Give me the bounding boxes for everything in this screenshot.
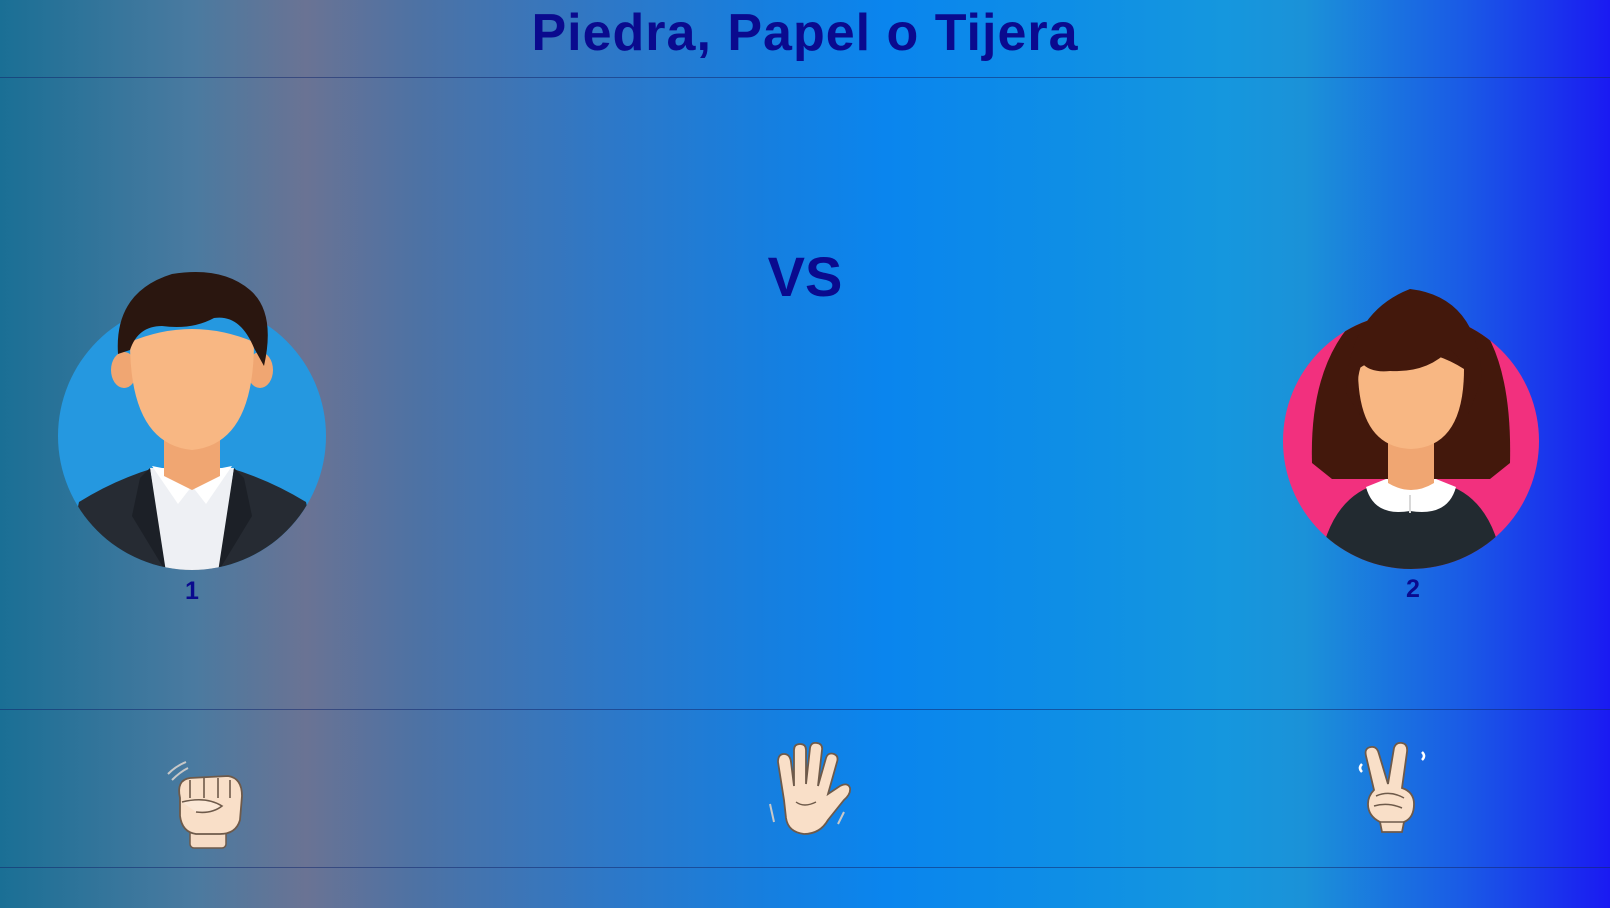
paper-button[interactable] [764, 742, 852, 838]
player-1-label: 1 [185, 577, 199, 605]
header-divider [0, 77, 1610, 78]
choices-bottom-divider [0, 867, 1610, 868]
woman-avatar-icon [1283, 289, 1539, 569]
open-hand-icon [769, 742, 852, 835]
peace-hand-icon [1358, 742, 1426, 833]
player-2-avatar [1278, 283, 1544, 573]
choices-top-divider [0, 709, 1610, 710]
fist-icon [167, 761, 243, 849]
page-title: Piedra, Papel o Tijera [531, 4, 1079, 62]
rock-button[interactable] [166, 758, 250, 850]
player-1-avatar [54, 272, 330, 572]
player-2-label: 2 [1406, 575, 1420, 603]
man-avatar-icon [58, 272, 326, 570]
scissors-button[interactable] [1356, 742, 1428, 838]
